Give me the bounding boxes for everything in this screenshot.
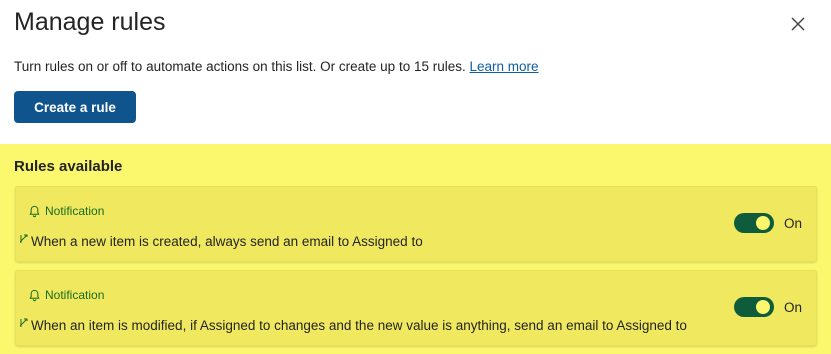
rule-card[interactable]: Notification When an item is modified, i… — [15, 270, 817, 346]
rule-description: When a new item is created, always send … — [20, 233, 423, 251]
rule-description: When an item is modified, if Assigned to… — [20, 317, 687, 335]
toggle-knob — [756, 300, 770, 314]
learn-more-link[interactable]: Learn more — [469, 59, 538, 74]
rules-available-heading: Rules available — [14, 158, 123, 175]
drag-handle-icon — [20, 318, 28, 327]
panel-title: Manage rules — [14, 8, 166, 36]
rule-category: Notification — [28, 204, 104, 218]
close-button[interactable] — [788, 14, 808, 34]
rule-toggle-group: On — [734, 297, 802, 317]
bell-icon — [29, 205, 40, 217]
bell-icon — [29, 289, 40, 301]
rule-toggle[interactable] — [734, 213, 774, 233]
toggle-label: On — [784, 299, 803, 315]
close-icon — [791, 17, 805, 31]
toggle-label: On — [784, 215, 803, 231]
create-rule-button[interactable]: Create a rule — [14, 91, 136, 123]
description-text: Turn rules on or off to automate actions… — [14, 59, 470, 74]
rule-toggle[interactable] — [734, 297, 774, 317]
toggle-knob — [756, 216, 770, 230]
drag-handle-icon — [20, 234, 28, 243]
rules-available-section: Rules available Notification When a new … — [0, 144, 831, 354]
rule-text: When a new item is created, always send … — [31, 234, 423, 249]
panel-description: Turn rules on or off to automate actions… — [14, 58, 539, 76]
rule-category: Notification — [28, 288, 104, 302]
rule-category-label: Notification — [45, 288, 105, 302]
rule-category-label: Notification — [45, 204, 105, 218]
manage-rules-panel: Manage rules Turn rules on or off to aut… — [0, 0, 831, 354]
rule-text: When an item is modified, if Assigned to… — [31, 318, 687, 333]
rule-card[interactable]: Notification When a new item is created,… — [15, 186, 817, 262]
rule-toggle-group: On — [734, 213, 802, 233]
